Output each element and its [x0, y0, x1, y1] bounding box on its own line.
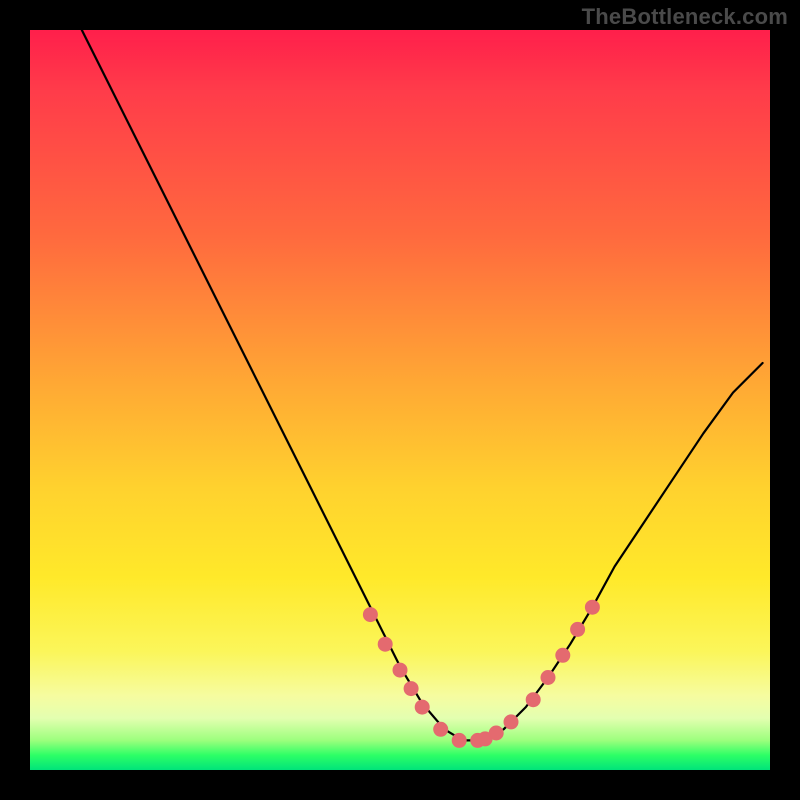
- valley-dot: [526, 693, 540, 707]
- valley-dot: [415, 700, 429, 714]
- valley-dot: [378, 637, 392, 651]
- bottleneck-curve: [82, 30, 763, 740]
- valley-dot: [556, 648, 570, 662]
- plot-area: [30, 30, 770, 770]
- valley-dot: [585, 600, 599, 614]
- valley-dot: [504, 715, 518, 729]
- valley-dots-group: [363, 600, 599, 747]
- valley-dot: [452, 733, 466, 747]
- valley-dot: [404, 682, 418, 696]
- valley-dot: [363, 608, 377, 622]
- chart-frame: TheBottleneck.com: [0, 0, 800, 800]
- valley-dot: [571, 622, 585, 636]
- valley-dot: [393, 663, 407, 677]
- valley-dot: [434, 722, 448, 736]
- watermark-text: TheBottleneck.com: [582, 4, 788, 30]
- curve-svg: [30, 30, 770, 770]
- valley-dot: [541, 671, 555, 685]
- valley-dot: [489, 726, 503, 740]
